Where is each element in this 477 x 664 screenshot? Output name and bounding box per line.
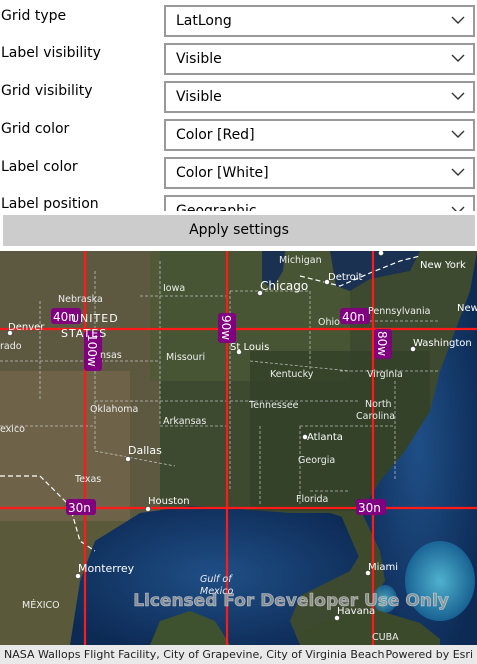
label-visibility-row: Label visibility Visible bbox=[0, 41, 477, 79]
grid-label-lat30-east: 30n bbox=[358, 501, 381, 515]
grid-color-select[interactable]: Color [Red] bbox=[164, 119, 475, 151]
chevron-down-icon bbox=[451, 206, 465, 211]
label-position-select[interactable]: Geographic bbox=[164, 195, 475, 211]
grid-type-row: Grid type LatLong bbox=[0, 3, 477, 41]
grid-label-lon80: 80w bbox=[375, 331, 389, 356]
label-kentucky: Kentucky bbox=[270, 369, 314, 380]
label-chicago: Chicago bbox=[260, 279, 308, 293]
grid-label-lon90: 90w bbox=[219, 315, 233, 340]
label-visibility-select[interactable]: Visible bbox=[164, 43, 475, 75]
label-denver: Denver bbox=[8, 322, 45, 333]
label-color-row: Label color Color [White] bbox=[0, 155, 477, 193]
grid-visibility-select[interactable]: Visible bbox=[164, 81, 475, 113]
label-georgia: Georgia bbox=[298, 455, 335, 466]
chevron-down-icon bbox=[451, 54, 465, 62]
label-ohio: Ohio bbox=[318, 317, 340, 328]
grid-color-label: Grid color bbox=[1, 121, 70, 137]
label-atlanta: Atlanta bbox=[307, 432, 343, 443]
label-houston: Houston bbox=[148, 496, 190, 507]
label-cuba: CUBA bbox=[372, 632, 399, 643]
label-visibility-value: Visible bbox=[176, 51, 222, 67]
label-florida: Florida bbox=[296, 494, 328, 505]
label-color-value: Color [White] bbox=[176, 165, 269, 181]
label-carolina: Carolina bbox=[356, 411, 395, 422]
settings-panel: Grid type LatLong Label visibility Visib… bbox=[0, 0, 477, 211]
label-iowa: Iowa bbox=[163, 283, 185, 294]
label-nebraska: Nebraska bbox=[58, 294, 103, 305]
grid-visibility-row: Grid visibility Visible bbox=[0, 79, 477, 117]
label-monterrey: Monterrey bbox=[78, 562, 135, 575]
label-position-label: Label position bbox=[1, 196, 99, 211]
label-missouri: Missouri bbox=[166, 352, 205, 363]
chevron-down-icon bbox=[451, 168, 465, 176]
powered-by-esri: Powered by Esri bbox=[385, 648, 473, 661]
grid-visibility-label: Grid visibility bbox=[1, 83, 93, 99]
grid-type-label: Grid type bbox=[1, 8, 67, 24]
attribution-text[interactable]: NASA Wallops Flight Facility, City of Gr… bbox=[4, 645, 384, 664]
grid-label-lat30-west: 30n bbox=[68, 501, 91, 515]
label-visibility-label: Label visibility bbox=[1, 45, 101, 61]
label-position-value: Geographic bbox=[176, 203, 257, 211]
grid-type-select[interactable]: LatLong bbox=[164, 5, 475, 37]
label-detroit: Detroit bbox=[328, 272, 363, 283]
chevron-down-icon bbox=[451, 16, 465, 24]
label-oklahoma: Oklahoma bbox=[90, 404, 138, 415]
label-st-louis: St Louis bbox=[230, 342, 269, 353]
label-michigan: Michigan bbox=[279, 255, 322, 266]
label-texas: Texas bbox=[74, 474, 101, 485]
label-gulf-of: Gulf of bbox=[200, 574, 233, 585]
map-canvas: 40n 40n 30n 30n 100w 90w 80w Michigan De… bbox=[0, 251, 477, 645]
label-nsas: nsas bbox=[100, 350, 122, 361]
label-exico: exico bbox=[0, 424, 25, 435]
label-position-row: Label position Geographic bbox=[0, 193, 477, 211]
map-view[interactable]: 40n 40n 30n 30n 100w 90w 80w Michigan De… bbox=[0, 251, 477, 645]
grid-color-row: Grid color Color [Red] bbox=[0, 117, 477, 155]
label-north: North bbox=[365, 399, 392, 410]
label-color-select[interactable]: Color [White] bbox=[164, 157, 475, 189]
grid-visibility-value: Visible bbox=[176, 89, 222, 105]
label-miami: Miami bbox=[368, 562, 398, 573]
label-pennsylvania: Pennsylvania bbox=[368, 306, 430, 317]
attribution-bar: NASA Wallops Flight Facility, City of Gr… bbox=[0, 645, 477, 664]
label-washington: Washington bbox=[413, 338, 472, 349]
chevron-down-icon bbox=[451, 130, 465, 138]
label-virginia: Virginia bbox=[367, 369, 403, 380]
chevron-down-icon bbox=[451, 92, 465, 100]
label-new-york: New York bbox=[420, 260, 466, 271]
label-color-label: Label color bbox=[1, 159, 78, 175]
label-united: UNITED bbox=[71, 312, 119, 325]
developer-watermark: Licensed For Developer Use Only bbox=[133, 591, 449, 611]
grid-label-lat40-east: 40n bbox=[342, 310, 365, 324]
apply-settings-button[interactable]: Apply settings bbox=[3, 215, 475, 246]
label-mexico-country: MÉXICO bbox=[22, 599, 60, 611]
label-new: New bbox=[457, 303, 477, 314]
label-tennessee: Tennessee bbox=[248, 400, 299, 411]
grid-type-value: LatLong bbox=[176, 13, 232, 29]
grid-color-value: Color [Red] bbox=[176, 127, 255, 143]
label-states: STATES bbox=[61, 327, 107, 340]
label-rado: rado bbox=[0, 341, 22, 352]
label-dallas: Dallas bbox=[128, 444, 162, 457]
label-arkansas: Arkansas bbox=[163, 416, 206, 427]
